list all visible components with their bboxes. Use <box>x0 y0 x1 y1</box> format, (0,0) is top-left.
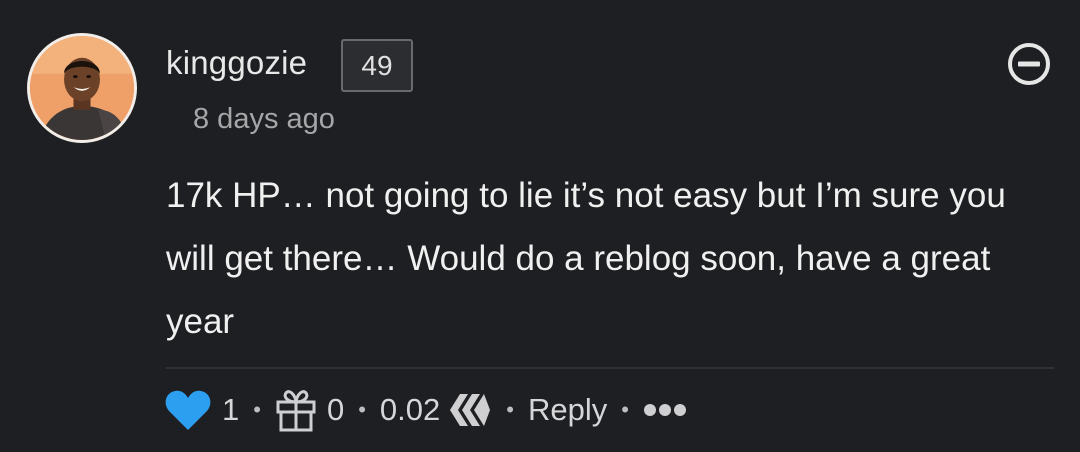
divider <box>166 367 1054 369</box>
separator: • <box>621 397 629 422</box>
collapse-button[interactable] <box>1006 41 1052 87</box>
comment-body: 17k HP… not going to lie it’s not easy b… <box>166 176 1006 341</box>
separator: • <box>253 397 261 422</box>
more-icon[interactable] <box>643 403 687 417</box>
separator: • <box>506 397 514 422</box>
vote-count[interactable]: 1 <box>222 392 239 428</box>
minus-circle-icon <box>1008 43 1050 85</box>
author-name[interactable]: kinggozie <box>166 40 307 86</box>
comment-card: kinggozie 49 8 days ago 17k HP… not goin… <box>0 0 1080 452</box>
gift-count[interactable]: 0 <box>327 392 344 428</box>
gift-icon[interactable] <box>275 388 317 432</box>
payout-value[interactable]: 0.02 <box>380 392 440 428</box>
reputation-badge: 49 <box>341 39 413 92</box>
comment-timestamp[interactable]: 8 days ago <box>193 99 335 139</box>
comment-footer: 1 • 0 • 0.02 • Reply • <box>164 384 687 436</box>
hive-icon <box>448 392 492 428</box>
avatar-image <box>30 36 134 140</box>
separator: • <box>358 397 366 422</box>
heart-icon[interactable] <box>164 389 212 431</box>
avatar[interactable] <box>27 33 137 143</box>
reply-button[interactable]: Reply <box>528 392 607 428</box>
